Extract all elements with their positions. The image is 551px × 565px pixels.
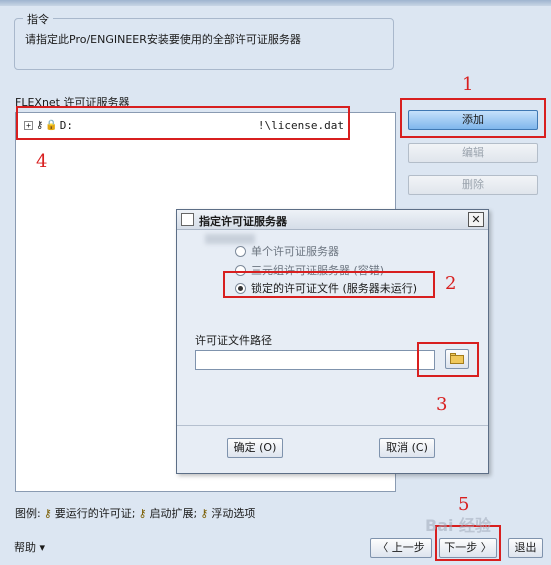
dialog-title: 指定许可证服务器 xyxy=(199,215,287,228)
legend-extension: 启动扩展; xyxy=(149,507,198,520)
server-name: D: xyxy=(59,118,74,132)
server-path: !\license.dat xyxy=(257,118,344,132)
dialog-separator xyxy=(177,425,488,426)
option-triad-server[interactable]: 三元组许可证服务器 (容错) xyxy=(235,262,384,278)
annotation-number: 1 xyxy=(462,74,474,95)
radio-icon[interactable] xyxy=(235,264,246,276)
app-icon xyxy=(181,213,194,226)
folder-icon xyxy=(450,355,464,364)
running-key-icon: ⚷ xyxy=(43,506,52,520)
dialog-title-bar: 指定许可证服务器 ✕ xyxy=(177,210,488,230)
close-icon[interactable]: ✕ xyxy=(468,212,484,227)
option-single-server[interactable]: 单个许可证服务器 xyxy=(235,243,339,259)
path-label: 许可证文件路径 xyxy=(195,334,272,347)
option-label: 单个许可证服务器 xyxy=(251,245,339,258)
key-icon: ⚷ xyxy=(36,119,44,131)
ok-button[interactable]: 确定 (O) xyxy=(227,438,283,458)
license-path-input[interactable] xyxy=(195,350,435,370)
option-label: 锁定的许可证文件 (服务器未运行) xyxy=(251,282,418,295)
legend-prefix: 图例: xyxy=(15,507,41,520)
server-list-label: FLEXnet 许可证服务器 xyxy=(15,96,130,109)
annotation-number: 3 xyxy=(436,394,448,415)
legend-running: 要运行的许可证; xyxy=(54,507,136,520)
window-top-edge xyxy=(0,0,551,6)
annotation-number: 2 xyxy=(445,273,457,294)
expand-icon[interactable]: + xyxy=(24,120,33,130)
browse-button[interactable] xyxy=(445,349,469,369)
instruction-group: 指令 请指定此Pro/ENGINEER安装要使用的全部许可证服务器 xyxy=(14,11,394,70)
annotation-number: 4 xyxy=(36,151,48,172)
floating-key-icon: ⚷ xyxy=(200,506,209,520)
cancel-button[interactable]: 取消 (C) xyxy=(379,438,435,458)
add-button[interactable]: 添加 xyxy=(408,110,538,130)
delete-button[interactable]: 删除 xyxy=(408,175,538,195)
radio-selected-icon[interactable] xyxy=(235,282,246,294)
legend-floating: 浮动选项 xyxy=(211,507,256,520)
instruction-text: 请指定此Pro/ENGINEER安装要使用的全部许可证服务器 xyxy=(25,33,301,46)
extension-key-icon: ⚷ xyxy=(138,506,147,520)
watermark: Bai 经验 xyxy=(425,516,492,535)
radio-icon[interactable] xyxy=(235,245,246,257)
exit-button[interactable]: 退出 xyxy=(508,538,543,558)
back-button[interactable]: 〈 上一步 xyxy=(370,538,432,558)
option-label: 三元组许可证服务器 (容错) xyxy=(251,264,385,277)
option-locked-file[interactable]: 锁定的许可证文件 (服务器未运行) xyxy=(235,280,417,296)
license-server-dialog: 指定许可证服务器 ✕ 单个许可证服务器 三元组许可证服务器 (容错) 锁定的许可… xyxy=(176,209,489,474)
legend: 图例: ⚷ 要运行的许可证; ⚷ 启动扩展; ⚷ 浮动选项 xyxy=(15,505,258,521)
list-item[interactable]: + ⚷ 🔒 D: !\license.dat xyxy=(24,117,344,133)
next-button[interactable]: 下一步 〉 xyxy=(439,538,497,558)
instruction-group-title: 指令 xyxy=(23,11,53,27)
help-menu[interactable]: 帮助 ▾ xyxy=(14,539,45,555)
lock-icon: 🔒 xyxy=(45,119,58,131)
edit-button[interactable]: 编辑 xyxy=(408,143,538,163)
